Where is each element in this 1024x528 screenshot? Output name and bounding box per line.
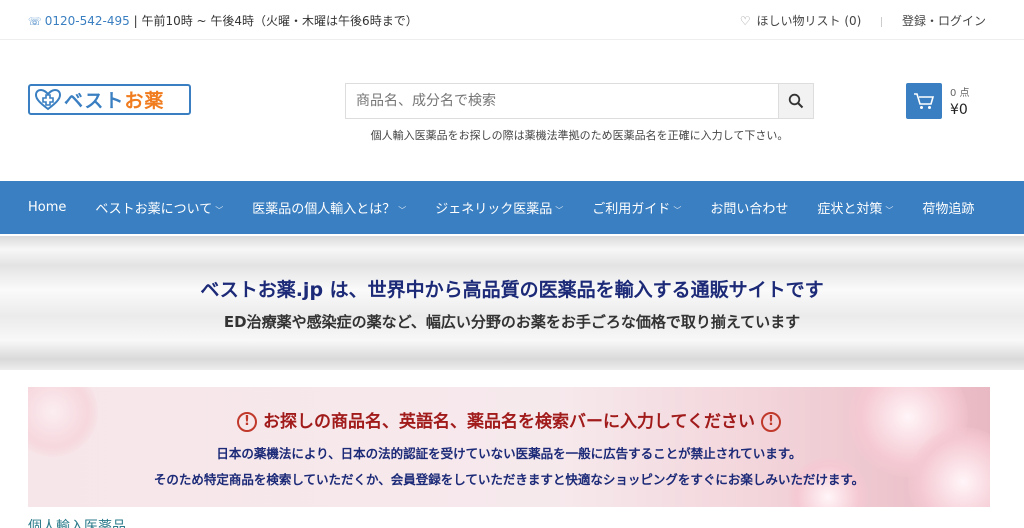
cart-icon [914,93,935,109]
search-info-banner: ! お探しの商品名、英語名、薬品名を検索バーに入力してください! 日本の薬機法によ… [28,387,990,507]
search-input[interactable] [346,84,778,118]
cart-button[interactable] [906,83,942,119]
search-bar [345,83,814,119]
cart-total: ¥0 [950,102,968,118]
chevron-down-icon: ﹀ [555,206,564,215]
nav-contact[interactable]: お問い合わせ [710,198,788,217]
search-notice: 個人輸入医薬品をお探しの際は薬機法準拠のため医薬品名を正確に入力して下さい。 [370,129,789,142]
search-icon [788,93,804,109]
search-info-title: ! お探しの商品名、英語名、薬品名を検索バーに入力してください! [28,407,990,432]
nav-about[interactable]: ベストお薬について ﹀ [95,198,223,217]
nav-guide[interactable]: ご利用ガイド ﹀ [592,198,681,217]
chevron-down-icon: ﹀ [215,206,224,215]
search-info-line1: 日本の薬機法により、日本の法的認証を受けていない医薬品を一般に広告することが禁止… [216,446,802,461]
hero-banner: ベストお薬.jp は、世界中から高品質の医薬品を輸入する通販サイトです ED治療… [0,236,1024,370]
logo-text-okusuri: お薬 [124,90,165,112]
exclamation-icon: ! [237,412,257,432]
business-hours: | 午前10時 ~ 午後4時（火曜・木曜は午後6時まで） [133,14,418,28]
phone-icon: ☏ [28,15,42,28]
search-info-line2: そのため特定商品を検索していただくか、会員登録をしていただきますと快適なショッピ… [153,472,865,487]
wishlist-link[interactable]: ほしい物リスト (0) [757,14,862,28]
phone-number[interactable]: 0120-542-495 [45,14,130,28]
contact-info: ☏ 0120-542-495 | 午前10時 ~ 午後4時（火曜・木曜は午後6時ま… [28,12,418,29]
nav-symptoms[interactable]: 症状と対策 ﹀ [817,198,893,217]
heart-cross-icon [34,88,62,110]
account-links: ♡ ほしい物リスト (0) 登録・ログイン [740,12,986,29]
cart-count: 0 点 [950,88,970,99]
login-link[interactable]: 登録・ログイン [902,14,986,28]
logo-text-best: ベスト [64,90,125,112]
cart-summary[interactable]: 0 点 ¥0 [950,84,970,118]
divider [881,16,883,27]
nav-home[interactable]: Home [28,200,66,215]
search-button[interactable] [778,84,813,118]
nav-personal-import[interactable]: 医薬品の個人輸入とは？ ﹀ [252,198,406,217]
exclamation-icon: ! [760,412,781,432]
section-heading: 個人輸入医薬品 [28,519,126,528]
nav-generic[interactable]: ジェネリック医薬品 ﹀ [435,198,563,217]
heart-icon: ♡ [739,14,751,28]
main-nav: Home ベストお薬について ﹀ 医薬品の個人輸入とは？ ﹀ ジェネリック医薬品 ﹀ … [0,181,1024,234]
nav-tracking[interactable]: 荷物追跡 [922,198,974,217]
hero-subline: ED治療薬や感染症の薬など、幅広い分野のお薬をお手ごろな価格で取り揃えています [223,313,801,331]
hero-headline: ベストお薬.jp は、世界中から高品質の医薬品を輸入する通販サイトです [200,279,824,301]
top-bar: ☏ 0120-542-495 | 午前10時 ~ 午後4時（火曜・木曜は午後6時ま… [0,0,1024,40]
chevron-down-icon: ﹀ [398,206,407,215]
chevron-down-icon: ﹀ [885,206,894,215]
chevron-down-icon: ﹀ [673,206,682,215]
site-logo[interactable]: ベスト お薬 [28,84,191,115]
